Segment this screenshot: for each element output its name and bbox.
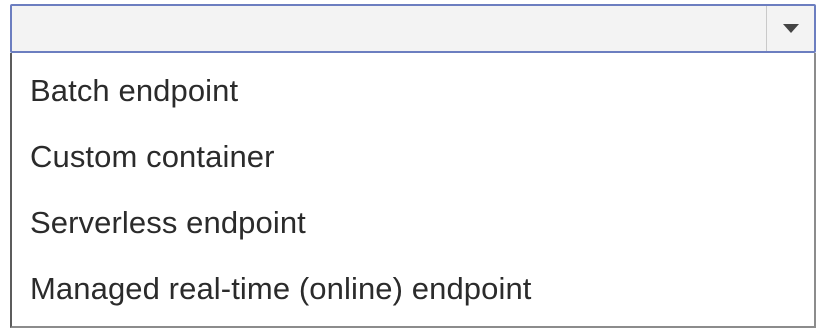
option-managed-realtime-endpoint[interactable]: Managed real-time (online) endpoint bbox=[12, 256, 814, 322]
dropdown-select-box[interactable] bbox=[10, 4, 816, 53]
option-custom-container[interactable]: Custom container bbox=[12, 124, 814, 190]
endpoint-dropdown[interactable]: Batch endpoint Custom container Serverle… bbox=[10, 4, 816, 328]
option-serverless-endpoint[interactable]: Serverless endpoint bbox=[12, 190, 814, 256]
option-batch-endpoint[interactable]: Batch endpoint bbox=[12, 58, 814, 124]
dropdown-toggle-button[interactable] bbox=[766, 6, 814, 51]
chevron-down-icon bbox=[782, 24, 799, 33]
dropdown-options-list: Batch endpoint Custom container Serverle… bbox=[10, 53, 816, 328]
